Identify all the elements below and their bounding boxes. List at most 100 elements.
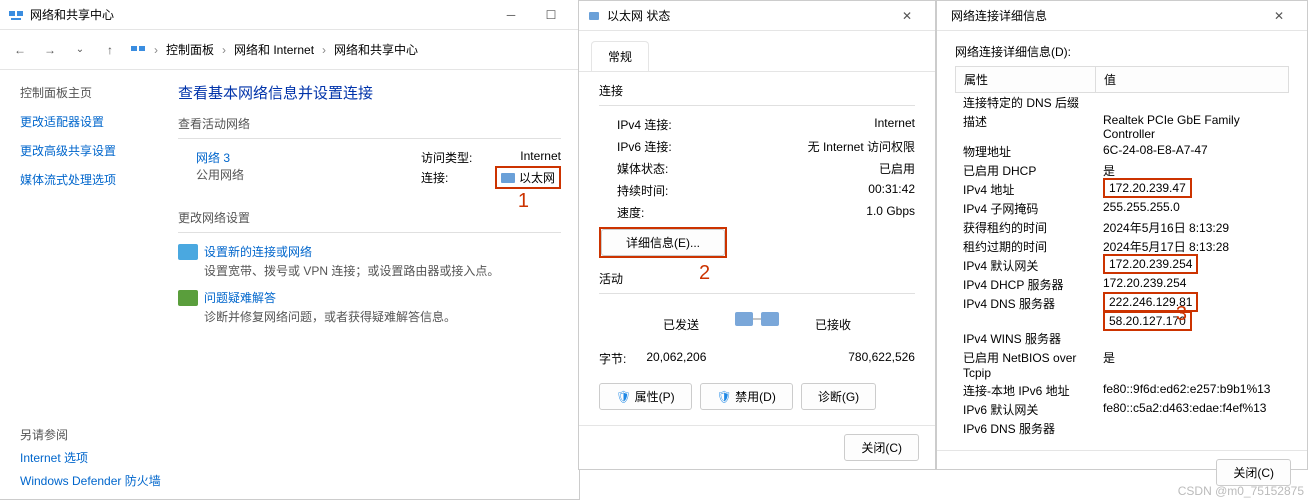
table-row: IPv4 子网掩码255.255.255.0 bbox=[955, 199, 1289, 218]
property-cell: 获得租约的时间 bbox=[955, 218, 1095, 237]
seealso-title: 另请参阅 bbox=[20, 426, 161, 443]
shield-icon: 🛡 bbox=[616, 390, 631, 404]
value-cell: 172.20.239.254 bbox=[1095, 256, 1289, 275]
sidebar-advanced-sharing[interactable]: 更改高级共享设置 bbox=[20, 142, 160, 159]
ipv4-conn-value: Internet bbox=[874, 116, 915, 133]
table-row: IPv4 WINS 服务器 bbox=[955, 329, 1289, 348]
watermark: CSDN @m0_75152875 bbox=[1178, 484, 1304, 498]
disable-button[interactable]: 🛡 禁用(D) bbox=[700, 383, 793, 410]
window-title: 网络和共享中心 bbox=[30, 6, 491, 23]
sidebar-home[interactable]: 控制面板主页 bbox=[20, 84, 160, 101]
ethernet-link[interactable]: 以太网 bbox=[519, 169, 555, 186]
table-row: IPv6 默认网关fe80::c5a2:d463:edae:f4ef%13 bbox=[955, 400, 1289, 419]
ipv4-conn-label: IPv4 连接: bbox=[599, 116, 672, 133]
troubleshoot-link[interactable]: 问题疑难解答 bbox=[204, 289, 276, 306]
main-panel: 查看基本网络信息并设置连接 查看活动网络 网络 3 公用网络 访问类型:Inte… bbox=[160, 70, 579, 499]
close-button[interactable]: 关闭(C) bbox=[844, 434, 919, 461]
value-cell: 172.20.239.47 bbox=[1095, 180, 1289, 199]
close-button[interactable]: ✕ bbox=[1259, 1, 1299, 31]
diagnose-button[interactable]: 诊断(G) bbox=[801, 383, 876, 410]
ethernet-icon bbox=[501, 173, 515, 183]
details-label: 网络连接详细信息(D): bbox=[955, 43, 1289, 60]
titlebar: 以太网 状态 ✕ bbox=[579, 1, 935, 31]
properties-button[interactable]: 🛡 属性(P) bbox=[599, 383, 692, 410]
close-button[interactable]: ✕ bbox=[887, 1, 927, 31]
breadcrumb-item[interactable]: 网络和共享中心 bbox=[334, 41, 418, 58]
property-cell: IPv6 DNS 服务器 bbox=[955, 419, 1095, 438]
sidebar-seealso: 另请参阅 Internet 选项 Windows Defender 防火墙 bbox=[20, 426, 161, 489]
details-button[interactable]: 详细信息(E)... bbox=[601, 229, 725, 256]
sidebar-adapter-settings[interactable]: 更改适配器设置 bbox=[20, 113, 160, 130]
ipv6-conn-label: IPv6 连接: bbox=[599, 138, 672, 155]
table-row: 连接-本地 IPv6 地址fe80::9f6d:ed62:e257:b9b1%1… bbox=[955, 381, 1289, 400]
annotation-3: 3 bbox=[1176, 303, 1187, 326]
shield-icon: 🛡 bbox=[717, 390, 732, 404]
forward-button[interactable]: → bbox=[40, 40, 60, 60]
media-state-label: 媒体状态: bbox=[599, 160, 668, 177]
titlebar: 网络连接详细信息 ✕ bbox=[937, 1, 1307, 31]
table-row: 58.20.127.170 bbox=[955, 313, 1289, 329]
value-cell: 是 bbox=[1095, 348, 1289, 381]
up-button[interactable]: ↑ bbox=[100, 40, 120, 60]
connection-details-dialog: 网络连接详细信息 ✕ 网络连接详细信息(D): 属性 值 连接特定的 DNS 后… bbox=[936, 0, 1308, 470]
property-cell: IPv4 地址 bbox=[955, 180, 1095, 199]
property-cell: IPv6 默认网关 bbox=[955, 400, 1095, 419]
tab-general[interactable]: 常规 bbox=[591, 41, 649, 71]
close-button[interactable]: 关闭(C) bbox=[1216, 459, 1291, 486]
details-body: 网络连接详细信息(D): 属性 值 连接特定的 DNS 后缀描述Realtek … bbox=[937, 31, 1307, 450]
troubleshoot-icon bbox=[178, 290, 198, 306]
speed-value: 1.0 Gbps bbox=[866, 204, 915, 221]
network-icon bbox=[130, 42, 146, 58]
annotation-2: 2 bbox=[699, 262, 710, 285]
annotation-box: 详细信息(E)... bbox=[599, 227, 727, 258]
sent-label: 已发送 bbox=[599, 316, 699, 333]
activity-group-title: 活动 bbox=[599, 270, 915, 287]
value-cell: Realtek PCIe GbE Family Controller bbox=[1095, 112, 1289, 142]
status-panel: 连接 IPv4 连接:Internet IPv6 连接:无 Internet 访… bbox=[579, 71, 935, 425]
col-property[interactable]: 属性 bbox=[956, 67, 1096, 92]
breadcrumb-item[interactable]: 控制面板 bbox=[166, 41, 214, 58]
section-change-settings: 更改网络设置 bbox=[178, 209, 561, 226]
annotation-1: 1 bbox=[518, 190, 529, 213]
property-cell: 描述 bbox=[955, 112, 1095, 142]
troubleshoot-desc: 诊断并修复网络问题，或者获得疑难解答信息。 bbox=[204, 308, 561, 325]
value-cell: fe80::9f6d:ed62:e257:b9b1%13 bbox=[1095, 381, 1289, 400]
value-cell: 2024年5月16日 8:13:29 bbox=[1095, 218, 1289, 237]
titlebar: 网络和共享中心 ─ ☐ bbox=[0, 0, 579, 30]
property-cell: 连接特定的 DNS 后缀 bbox=[955, 93, 1095, 112]
section-active-networks: 查看活动网络 bbox=[178, 115, 561, 132]
table-row: 获得租约的时间2024年5月16日 8:13:29 bbox=[955, 218, 1289, 237]
bytes-label: 字节: bbox=[599, 350, 626, 367]
nav-row: ← → ⌄ ↑ › 控制面板 › 网络和 Internet › 网络和共享中心 bbox=[0, 30, 579, 70]
bytes-recv-value: 780,622,526 bbox=[848, 350, 915, 367]
property-cell: 已启用 DHCP bbox=[955, 161, 1095, 180]
address-bar[interactable]: › 控制面板 › 网络和 Internet › 网络和共享中心 bbox=[130, 41, 569, 58]
annotation-box: 172.20.239.254 bbox=[1103, 254, 1198, 274]
value-cell: 6C-24-08-E8-A7-47 bbox=[1095, 142, 1289, 161]
connection-group-title: 连接 bbox=[599, 82, 915, 99]
table-row: 连接特定的 DNS 后缀 bbox=[955, 93, 1289, 112]
new-connection-link[interactable]: 设置新的连接或网络 bbox=[204, 243, 312, 260]
back-button[interactable]: ← bbox=[10, 40, 30, 60]
dialog-title: 以太网 状态 bbox=[607, 7, 887, 24]
seealso-defender-firewall[interactable]: Windows Defender 防火墙 bbox=[20, 472, 161, 489]
access-type-value: Internet bbox=[520, 149, 561, 166]
maximize-button[interactable]: ☐ bbox=[531, 0, 571, 30]
table-row: IPv4 默认网关172.20.239.254 bbox=[955, 256, 1289, 275]
sidebar-media-streaming[interactable]: 媒体流式处理选项 bbox=[20, 171, 160, 188]
table-row: IPv6 DNS 服务器 bbox=[955, 419, 1289, 438]
received-label: 已接收 bbox=[815, 316, 915, 333]
duration-label: 持续时间: bbox=[599, 182, 668, 199]
value-cell bbox=[1095, 419, 1289, 438]
value-cell: 255.255.255.0 bbox=[1095, 199, 1289, 218]
breadcrumb-item[interactable]: 网络和 Internet bbox=[234, 41, 314, 58]
table-row: 描述Realtek PCIe GbE Family Controller bbox=[955, 112, 1289, 142]
annotation-box: 172.20.239.47 bbox=[1103, 178, 1192, 198]
media-state-value: 已启用 bbox=[879, 160, 915, 177]
col-value[interactable]: 值 bbox=[1096, 67, 1288, 92]
property-cell: 连接-本地 IPv6 地址 bbox=[955, 381, 1095, 400]
seealso-internet-options[interactable]: Internet 选项 bbox=[20, 449, 161, 466]
minimize-button[interactable]: ─ bbox=[491, 0, 531, 30]
recent-dropdown[interactable]: ⌄ bbox=[70, 40, 90, 60]
property-cell: 已启用 NetBIOS over Tcpip bbox=[955, 348, 1095, 381]
